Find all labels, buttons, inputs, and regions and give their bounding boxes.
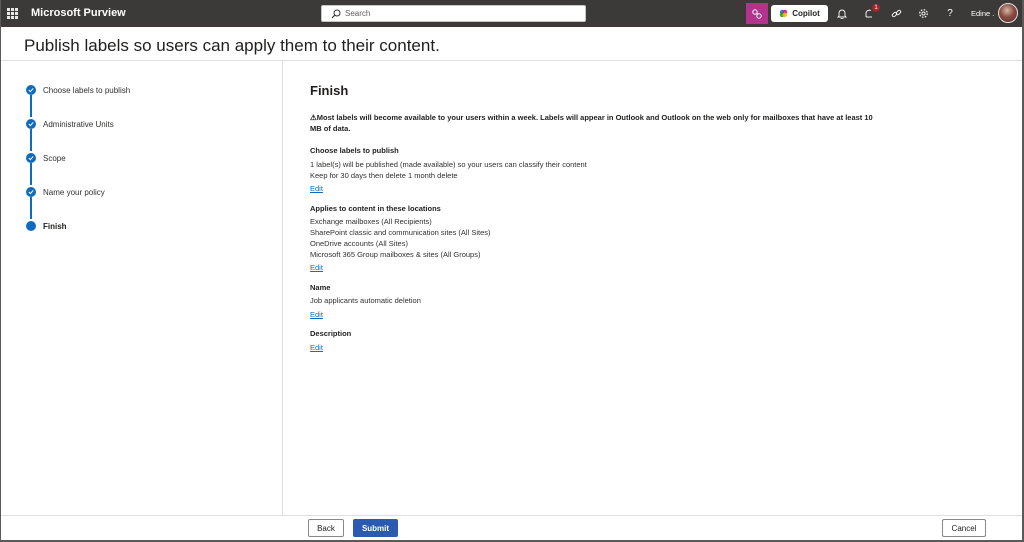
- warning-message: ⚠Most labels will become available to yo…: [310, 112, 880, 134]
- labels-retention: Keep for 30 days then delete 1 month del…: [310, 171, 458, 180]
- step-connector: [30, 163, 32, 185]
- step-label: Administrative Units: [43, 119, 114, 129]
- checkmark-icon: [26, 153, 36, 163]
- step-label: Choose labels to publish: [43, 85, 131, 95]
- app-window: Microsoft Purview Copilot: [1, 0, 1022, 540]
- edit-locations-link[interactable]: Edit: [310, 263, 323, 272]
- top-bar: Microsoft Purview Copilot: [1, 0, 1022, 27]
- page-title: Publish labels so users can apply them t…: [24, 36, 440, 55]
- step-label: Scope: [43, 153, 66, 163]
- labels-summary: 1 label(s) will be published (made avail…: [310, 160, 587, 169]
- help-icon: ?: [947, 8, 953, 19]
- notification-badge: 1: [872, 4, 880, 12]
- step-finish[interactable]: Finish: [26, 220, 67, 232]
- location-item: SharePoint classic and communication sit…: [310, 228, 491, 237]
- description-section-heading: Description: [310, 329, 352, 338]
- finish-heading: Finish: [310, 83, 349, 98]
- copilot-button[interactable]: Copilot: [771, 5, 828, 22]
- app-launcher-icon[interactable]: [7, 8, 18, 19]
- location-item: OneDrive accounts (All Sites): [310, 239, 408, 248]
- location-item: Exchange mailboxes (All Recipients): [310, 217, 432, 226]
- back-button[interactable]: Back: [308, 519, 344, 537]
- copilot-app-button[interactable]: [746, 3, 768, 24]
- copilot-logo-icon: [780, 9, 788, 18]
- links-button[interactable]: [885, 3, 907, 24]
- wizard-steps: Choose labels to publish Administrative …: [1, 61, 283, 516]
- warning-text: Most labels will become available to you…: [310, 113, 873, 133]
- notifications-button[interactable]: [831, 3, 853, 24]
- settings-button[interactable]: [912, 3, 934, 24]
- policy-name-value: Job applicants automatic deletion: [310, 296, 421, 305]
- current-step-icon: [26, 221, 36, 231]
- checkmark-icon: [26, 119, 36, 129]
- footer-divider: [1, 515, 1022, 516]
- checkmark-icon: [26, 187, 36, 197]
- submit-button[interactable]: Submit: [353, 519, 398, 537]
- step-label: Finish: [43, 221, 67, 231]
- step-name-policy[interactable]: Name your policy: [26, 186, 105, 198]
- search-input[interactable]: [345, 7, 575, 20]
- user-name[interactable]: Edine .: [971, 9, 994, 18]
- app-title[interactable]: Microsoft Purview: [31, 7, 126, 19]
- copilot-label: Copilot: [792, 9, 820, 18]
- link-icon: [891, 9, 901, 18]
- name-section-heading: Name: [310, 283, 331, 292]
- step-connector: [30, 129, 32, 151]
- avatar[interactable]: [998, 3, 1018, 23]
- step-choose-labels[interactable]: Choose labels to publish: [26, 84, 130, 96]
- gear-icon: [918, 9, 928, 18]
- search-box[interactable]: [321, 5, 586, 22]
- bell-icon: [837, 9, 847, 19]
- locations-section-heading: Applies to content in these locations: [310, 204, 441, 213]
- step-label: Name your policy: [43, 187, 105, 197]
- edit-name-link[interactable]: Edit: [310, 310, 323, 319]
- copilot-app-icon: [752, 8, 762, 19]
- location-item: Microsoft 365 Group mailboxes & sites (A…: [310, 250, 481, 259]
- checkmark-icon: [26, 85, 36, 95]
- labels-section-heading: Choose labels to publish: [310, 146, 399, 155]
- step-connector: [30, 197, 32, 219]
- edit-labels-link[interactable]: Edit: [310, 184, 323, 193]
- warning-icon: ⚠: [310, 113, 317, 122]
- edit-description-link[interactable]: Edit: [310, 343, 323, 352]
- step-administrative-units[interactable]: Administrative Units: [26, 118, 114, 130]
- step-connector: [30, 95, 32, 117]
- help-button[interactable]: ?: [939, 3, 961, 24]
- search-icon: [331, 9, 341, 19]
- cancel-button[interactable]: Cancel: [942, 519, 986, 537]
